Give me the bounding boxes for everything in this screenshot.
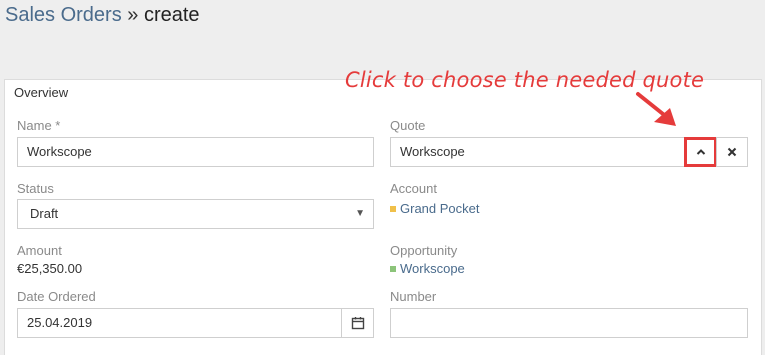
panel-title: Overview [14,85,69,100]
opportunity-color-dot [390,265,396,272]
account-link[interactable]: Grand Pocket [400,201,480,216]
opportunity-label: Opportunity [390,243,458,258]
amount-label: Amount [17,243,62,258]
breadcrumb-separator: » [127,4,139,26]
date-ordered-input[interactable]: 25.04.2019 [17,308,342,338]
breadcrumb-current: create [143,4,200,26]
account-color-dot [390,205,396,212]
breadcrumb: Sales Orders » create [5,3,200,27]
quote-input[interactable]: Workscope [390,137,685,167]
name-input[interactable]: Workscope [17,137,374,167]
select-quote-button[interactable] [684,137,717,167]
breadcrumb-sales-orders-link[interactable]: Sales Orders [5,4,122,26]
chevron-up-icon [696,149,705,155]
status-label: Status [17,181,54,196]
caret-down-icon: ▼ [355,208,365,219]
name-label: Name * [17,118,61,133]
date-picker-button[interactable] [341,308,374,338]
close-icon [727,147,737,157]
status-value: Draft [30,206,59,221]
opportunity-value: Workscope [390,261,465,276]
date-ordered-label: Date Ordered [17,289,96,304]
clear-quote-button[interactable] [716,137,748,167]
number-label: Number [390,289,437,304]
account-value: Grand Pocket [390,201,480,216]
calendar-icon [351,317,364,330]
number-input[interactable] [390,308,748,338]
quote-label: Quote [390,118,426,133]
opportunity-link[interactable]: Workscope [400,261,465,276]
annotation-arrow-icon [636,92,676,126]
account-label: Account [390,181,437,196]
status-select[interactable]: Draft ▼ [17,199,374,229]
amount-value: €25,350.00 [17,261,83,276]
